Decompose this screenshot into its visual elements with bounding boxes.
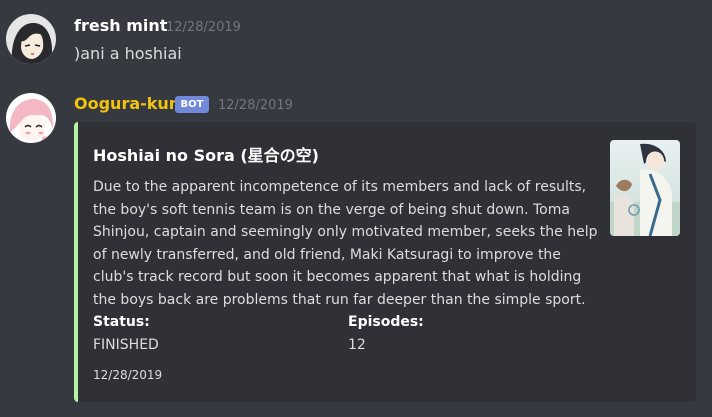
bot-tag-badge: BOT (175, 96, 209, 113)
embed-description-line: Due to the apparent incompetence of its … (93, 179, 587, 195)
field-status-value: FINISHED (93, 337, 159, 353)
field-episodes-name: Episodes: (348, 314, 424, 330)
embed-description-line: of newly transferred, and old friend, Ma… (93, 246, 561, 263)
message-author[interactable]: Oogura-kun (74, 94, 180, 113)
embed-footer: 12/28/2019 (93, 368, 163, 382)
field-episodes-value: 12 (348, 337, 366, 353)
embed-description: Due to the apparent incompetence of its … (93, 176, 598, 311)
embed-description-line: the boy's soft tennis team is on the ver… (93, 201, 570, 218)
field-status-name: Status: (93, 314, 150, 330)
chat-area: fresh mint 12/28/2019 )ani a hoshiai Oog… (0, 0, 712, 417)
embed-title: Hoshiai no Sora (星合の空) (93, 146, 319, 165)
embed-description-line: Shinjou, captain and seemingly only moti… (93, 224, 598, 240)
embed-thumbnail-image[interactable] (610, 140, 680, 236)
embed-accent-bar (74, 122, 78, 402)
message-timestamp: 12/28/2019 (218, 98, 293, 113)
avatar[interactable] (6, 93, 56, 143)
message-oogura-kun: Oogura-kun BOT 12/28/2019 Hoshiai no Sor… (0, 0, 712, 417)
embed-description-line: the boys back are problems that run far … (93, 291, 586, 308)
anime-embed: Hoshiai no Sora (星合の空) Due to the appare… (74, 122, 696, 402)
embed-description-line: club's track record but soon it becomes … (93, 269, 582, 285)
